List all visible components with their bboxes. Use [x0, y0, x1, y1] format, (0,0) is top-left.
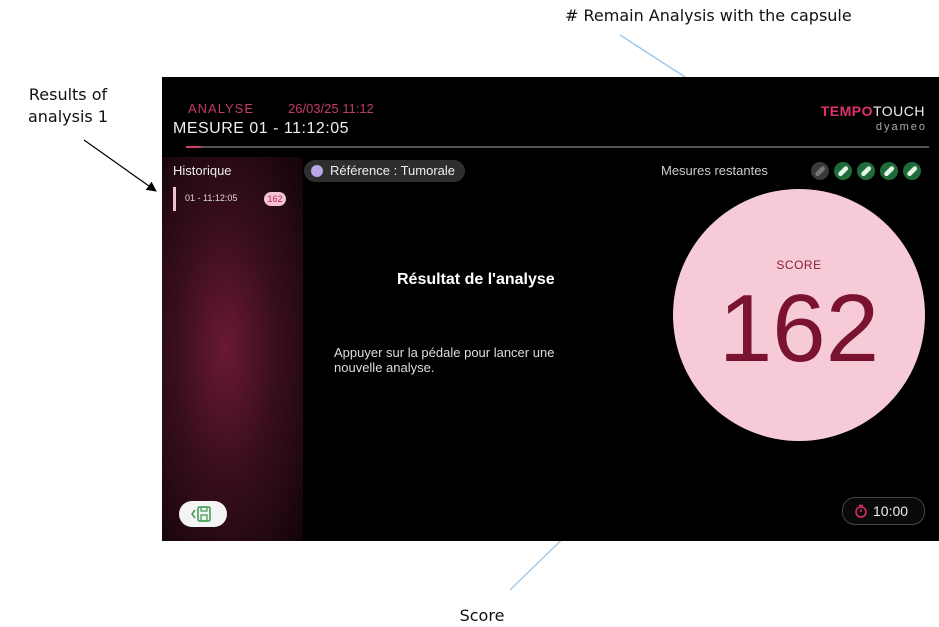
brand-secondary: TOUCH	[872, 103, 925, 119]
result-instruction: Appuyer sur la pédale pour lancer une no…	[334, 345, 555, 375]
capsule-used-icon	[811, 162, 829, 180]
capsule-available-icon	[857, 162, 875, 180]
date-time: 26/03/25 11:12	[288, 101, 374, 116]
capsule-available-icon	[880, 162, 898, 180]
history-item[interactable]: 01 - 11:12:05 162	[173, 187, 293, 211]
annotation-results: Results of analysis 1	[27, 85, 109, 126]
score-value: 162	[718, 275, 880, 382]
section-label: ANALYSE	[188, 101, 255, 116]
history-title: Historique	[173, 163, 232, 178]
history-item-score: 162	[264, 192, 286, 206]
save-icon	[191, 506, 211, 522]
capsule-available-icon	[834, 162, 852, 180]
brand-subtitle: dyameo	[875, 121, 927, 133]
remaining-measures-label: Mesures restantes	[661, 163, 768, 178]
result-title: Résultat de l'analyse	[397, 271, 555, 288]
brand-logo: TEMPOTOUCH	[821, 103, 925, 119]
reference-label: Référence : Tumorale	[330, 163, 456, 178]
stopwatch-icon	[855, 504, 867, 518]
score-label: SCORE	[776, 258, 822, 272]
score-display: SCORE 162	[673, 189, 925, 441]
timer: 10:00	[842, 497, 925, 525]
progress-fill	[186, 146, 201, 148]
sidebar-panel	[162, 157, 303, 541]
measure-title: MESURE 01 - 11:12:05	[173, 120, 350, 137]
reference-dot	[311, 165, 323, 177]
timer-value: 10:00	[873, 503, 909, 519]
reference-selector[interactable]: Référence : Tumorale	[304, 160, 466, 182]
annotation-score: Score	[459, 606, 505, 625]
measurement-progress	[186, 146, 929, 148]
annotation-remaining: # Remain Analysis with the capsule	[565, 6, 852, 25]
arrow-results	[83, 139, 157, 192]
history-item-marker	[173, 187, 176, 211]
device-screen: ANALYSE 26/03/25 11:12 MESURE 01 - 11:12…	[162, 77, 939, 541]
capsule-available-icon	[903, 162, 921, 180]
brand-primary: TEMPO	[820, 103, 873, 119]
history-item-label: 01 - 11:12:05	[185, 193, 238, 203]
save-button[interactable]	[179, 501, 227, 527]
